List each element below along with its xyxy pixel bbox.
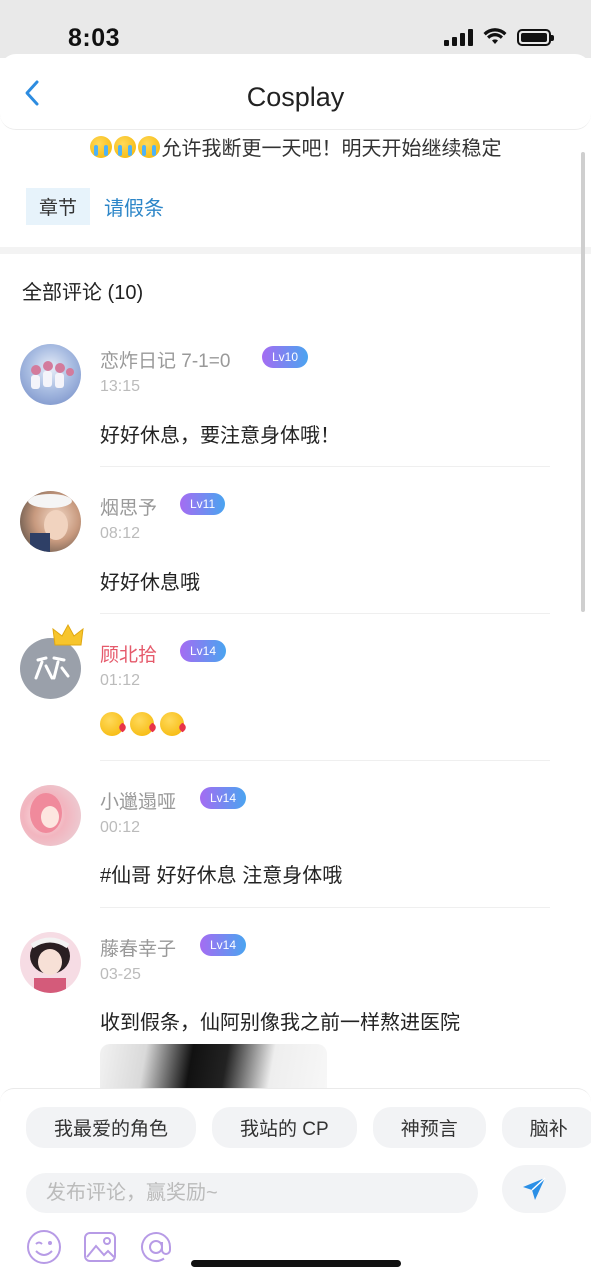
battery-icon — [517, 28, 554, 46]
comment-text: 好好休息，要注意身体哦！ — [100, 425, 340, 447]
crown-icon — [52, 623, 84, 646]
level-badge: Lv14 — [180, 640, 227, 662]
comment-text: #仙哥 好好休息 注意身体哦 — [100, 865, 343, 887]
level-badge: Lv14 — [200, 934, 247, 956]
comment-composer: 我最爱的角色 我站的 CP 神预言 脑补 发布评论，赢奖励~ — [0, 1088, 591, 1280]
chapter-tag[interactable]: 章节 — [26, 188, 91, 225]
comment-time: 03-25 — [100, 966, 141, 983]
scrollbar[interactable] — [581, 152, 585, 612]
comment-divider — [100, 907, 550, 908]
level-badge: Lv11 — [180, 493, 226, 515]
comments-header: 全部评论 (10) — [22, 282, 144, 304]
comment-time: 01:12 — [100, 672, 141, 689]
level-badge: Lv10 — [262, 346, 309, 368]
comment-divider — [100, 760, 550, 761]
avatar[interactable] — [20, 344, 81, 405]
comment-username[interactable]: 顾北拾 — [100, 640, 157, 667]
comment-divider — [100, 466, 550, 467]
kiss-emoji-icon — [100, 712, 124, 736]
crying-emoji-icon — [113, 136, 136, 158]
kiss-emoji-icon — [130, 712, 154, 736]
topic-chips: 我最爱的角色 我站的 CP 神预言 脑补 — [26, 1107, 591, 1148]
page: 8:03 Cosplay 允许我断更一天吧！明天开始继续稳定 章节 请假条 全部… — [0, 0, 591, 1280]
comment-image[interactable] — [100, 1044, 327, 1088]
chapter-tags: 章节 请假条 — [26, 188, 164, 225]
send-button[interactable] — [502, 1165, 566, 1213]
comment-input[interactable]: 发布评论，赢奖励~ — [26, 1173, 478, 1213]
page-title: Cosplay — [246, 82, 345, 112]
chapter-notice: 允许我断更一天吧！明天开始继续稳定 — [0, 132, 591, 161]
composer-tools — [26, 1229, 174, 1265]
notice-text: 允许我断更一天吧！明天开始继续稳定 — [161, 138, 502, 160]
comment-username[interactable]: 藤春幸子 — [100, 934, 176, 961]
image-icon — [84, 1232, 116, 1262]
status-icons — [444, 28, 554, 46]
emoji-button[interactable] — [26, 1229, 62, 1265]
section-divider — [0, 247, 591, 254]
comment-username[interactable]: 恋炸日记 7-1=0 — [100, 346, 230, 373]
wifi-icon — [483, 28, 507, 44]
topic-chip[interactable]: 脑补 — [501, 1107, 591, 1148]
status-time: 8:03 — [68, 24, 121, 52]
leave-note-link[interactable]: 请假条 — [104, 192, 164, 221]
topic-chip[interactable]: 我最爱的角色 — [26, 1107, 197, 1148]
avatar[interactable] — [20, 491, 81, 552]
comment-text: 收到假条，仙阿别像我之前一样熬进医院 — [100, 1012, 460, 1034]
image-button[interactable] — [82, 1229, 118, 1265]
kiss-emoji-icon — [160, 712, 184, 736]
status-bar: 8:03 — [0, 0, 591, 58]
send-icon — [523, 1177, 546, 1200]
at-icon — [141, 1232, 171, 1262]
comment-username[interactable]: 小邋遢哑 — [100, 787, 176, 814]
topic-chip[interactable]: 我站的 CP — [212, 1107, 357, 1148]
smile-icon — [27, 1230, 61, 1264]
comment-emoji-row — [100, 712, 190, 736]
mention-button[interactable] — [138, 1229, 174, 1265]
topic-chip[interactable]: 神预言 — [372, 1107, 486, 1148]
crying-emoji-icon — [137, 136, 160, 158]
comment-time: 00:12 — [100, 819, 141, 836]
comment-time: 13:15 — [100, 378, 141, 395]
comment-divider — [100, 613, 550, 614]
comment-username[interactable]: 烟思予 — [100, 493, 157, 520]
comment-text: 好好休息哦 — [100, 572, 200, 594]
signal-icon — [444, 28, 473, 46]
nav-bar: Cosplay — [0, 54, 591, 130]
home-indicator — [191, 1260, 401, 1267]
crying-emoji-icon — [89, 136, 112, 158]
avatar[interactable] — [20, 932, 81, 993]
avatar[interactable] — [20, 785, 81, 846]
comment-time: 08:12 — [100, 525, 141, 542]
level-badge: Lv14 — [200, 787, 247, 809]
